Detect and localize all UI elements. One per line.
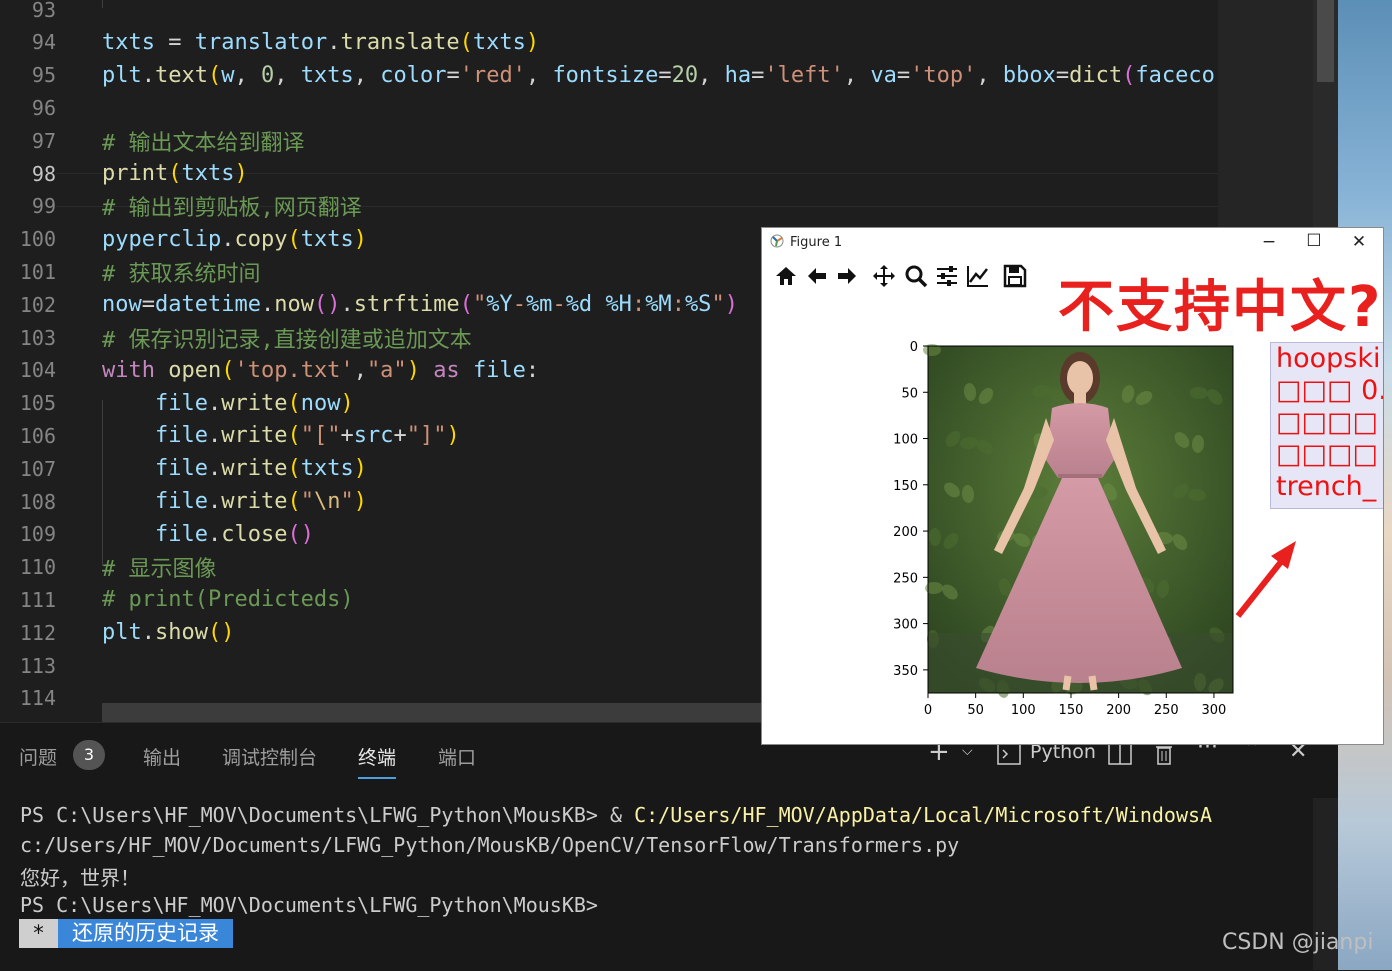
x-tick-label: 250 xyxy=(1154,703,1179,718)
line-number: 94 xyxy=(31,30,56,55)
code-text: with open('top.txt',"a") as file: xyxy=(102,357,540,383)
y-tick-label: 50 xyxy=(901,386,918,401)
line-number: 113 xyxy=(19,653,56,678)
line-number: 96 xyxy=(31,95,56,120)
code-line[interactable]: 95 plt.text(w, 0, txts, color='red', font… xyxy=(0,59,1218,92)
x-tick-label: 200 xyxy=(1106,703,1131,718)
line-number: 105 xyxy=(19,391,56,416)
terminal-line: PS C:\Users\HF_MOV\Documents\LFWG_Python… xyxy=(20,893,598,917)
x-tick-label: 300 xyxy=(1202,703,1227,718)
y-tick-label: 250 xyxy=(893,571,918,586)
code-text: file.close() xyxy=(155,521,314,547)
chevron-down-icon[interactable]: ⌵ xyxy=(962,743,973,759)
prediction-text-box: hoopski □□□ 0.3 □□□□ 0.0 □□□□ 0.0 trench… xyxy=(1270,342,1383,509)
matplotlib-figure-window[interactable]: Figure 1 − ☐ ✕ 0 50 100 150 200 250 300 0 50 100 1… xyxy=(761,227,1384,745)
y-tick-label: 100 xyxy=(893,433,918,448)
tab-terminal[interactable]: 终端 xyxy=(358,743,397,779)
y-tick-label: 200 xyxy=(893,525,918,540)
code-line[interactable]: 94 txts = translator.translate(txts) xyxy=(0,26,1218,59)
line-number: 108 xyxy=(19,489,56,514)
code-text: # 显示图像 xyxy=(102,557,217,583)
y-tick-label: 0 xyxy=(910,340,918,355)
code-text: plt.text(w, 0, txts, color='red', fontsi… xyxy=(102,62,1215,88)
prediction-line: □□□□ 0.0 xyxy=(1276,407,1383,438)
x-tick-label: 50 xyxy=(967,703,984,718)
line-number: 103 xyxy=(19,325,56,350)
terminal-line: PS C:\Users\HF_MOV\Documents\LFWG_Python… xyxy=(20,803,1213,827)
prediction-line: □□□ 0.3 xyxy=(1276,375,1383,406)
tab-output[interactable]: 输出 xyxy=(143,743,181,770)
code-text: # 输出文本给到翻译 xyxy=(102,130,305,156)
csdn-watermark: CSDN @jianpi xyxy=(1222,930,1374,955)
split-terminal-icon[interactable] xyxy=(1108,743,1132,770)
terminal-shell-icon[interactable] xyxy=(997,743,1021,770)
code-text: file.write(now) xyxy=(155,390,354,416)
tab-debug-console[interactable]: 调试控制台 xyxy=(222,743,317,770)
dress-photo xyxy=(923,344,1233,698)
history-star: * xyxy=(19,919,58,948)
line-number: 110 xyxy=(19,555,56,580)
line-number: 101 xyxy=(19,259,56,284)
x-tick-label: 100 xyxy=(1011,703,1036,718)
line-number: 98 xyxy=(31,161,56,186)
prediction-line: hoopski xyxy=(1276,343,1381,374)
code-text: plt.show() xyxy=(102,620,235,646)
tab-ports[interactable]: 端口 xyxy=(438,743,476,770)
line-number: 93 xyxy=(31,0,56,22)
code-text: # print(Predicteds) xyxy=(102,587,354,613)
scrollbar-thumb[interactable] xyxy=(1317,0,1334,82)
history-label: 还原的历史记录 xyxy=(58,919,233,948)
code-text: file.write("["+src+"]") xyxy=(155,423,460,449)
x-tick-label: 150 xyxy=(1059,703,1084,718)
y-tick-label: 300 xyxy=(893,618,918,633)
code-line[interactable]: 97 # 输出文本给到翻译 xyxy=(0,124,1218,157)
code-line[interactable]: 98 print(txts) xyxy=(0,157,1218,190)
red-arrow xyxy=(1235,541,1296,618)
code-line[interactable]: 99 # 输出到剪贴板,网页翻译 xyxy=(0,190,1218,223)
trash-icon[interactable] xyxy=(1155,743,1173,770)
restored-history-banner: * 还原的历史记录 xyxy=(19,919,233,948)
prediction-line: □□□□ 0.0 xyxy=(1276,439,1383,470)
line-number: 102 xyxy=(19,292,56,317)
line-number: 106 xyxy=(19,423,56,448)
code-text: txts = translator.translate(txts) xyxy=(102,29,540,55)
line-number: 104 xyxy=(19,358,56,383)
line-number: 100 xyxy=(19,227,56,252)
line-number: 114 xyxy=(19,686,56,711)
prediction-line: trench_ xyxy=(1276,471,1377,502)
y-tick-label: 150 xyxy=(893,479,918,494)
overlay-annotation-text: 不支持中文? xyxy=(1058,275,1383,340)
line-number: 112 xyxy=(19,620,56,645)
line-number: 107 xyxy=(19,456,56,481)
terminal-line: c:/Users/HF_MOV/Documents/LFWG_Python/Mo… xyxy=(20,833,960,857)
code-text: file.write("\n") xyxy=(155,489,367,514)
line-number: 99 xyxy=(31,194,56,219)
code-text: now=datetime.now().strftime("%Y-%m-%d %H… xyxy=(102,292,738,318)
terminal-icon xyxy=(997,743,1021,765)
line-number: 95 xyxy=(31,63,56,88)
code-line[interactable]: 93 xyxy=(0,0,1218,26)
code-text: file.write(txts) xyxy=(155,456,367,482)
problems-count-badge: 3 xyxy=(73,740,105,770)
line-number: 109 xyxy=(19,522,56,547)
code-text: # 输出到剪贴板,网页翻译 xyxy=(102,196,362,222)
code-text: print(txts) xyxy=(102,161,248,186)
code-line[interactable]: 96 xyxy=(0,91,1218,124)
line-number: 97 xyxy=(31,128,56,153)
bottom-panel: 问题 3 输出 调试控制台 终端 端口 + ⌵ Python ··· ⌃ ✕ P… xyxy=(0,722,1338,971)
line-number: 111 xyxy=(19,587,56,612)
terminal-line: 您好，世界！ xyxy=(20,866,140,890)
tab-problems[interactable]: 问题 xyxy=(19,743,57,770)
code-text: # 获取系统时间 xyxy=(102,261,261,287)
code-text: pyperclip.copy(txts) xyxy=(102,226,367,252)
code-text: # 保存识别记录,直接创建或追加文本 xyxy=(102,327,472,353)
horizontal-scrollbar[interactable] xyxy=(102,703,762,722)
y-tick-label: 350 xyxy=(893,664,918,679)
x-tick-label: 0 xyxy=(924,703,932,718)
